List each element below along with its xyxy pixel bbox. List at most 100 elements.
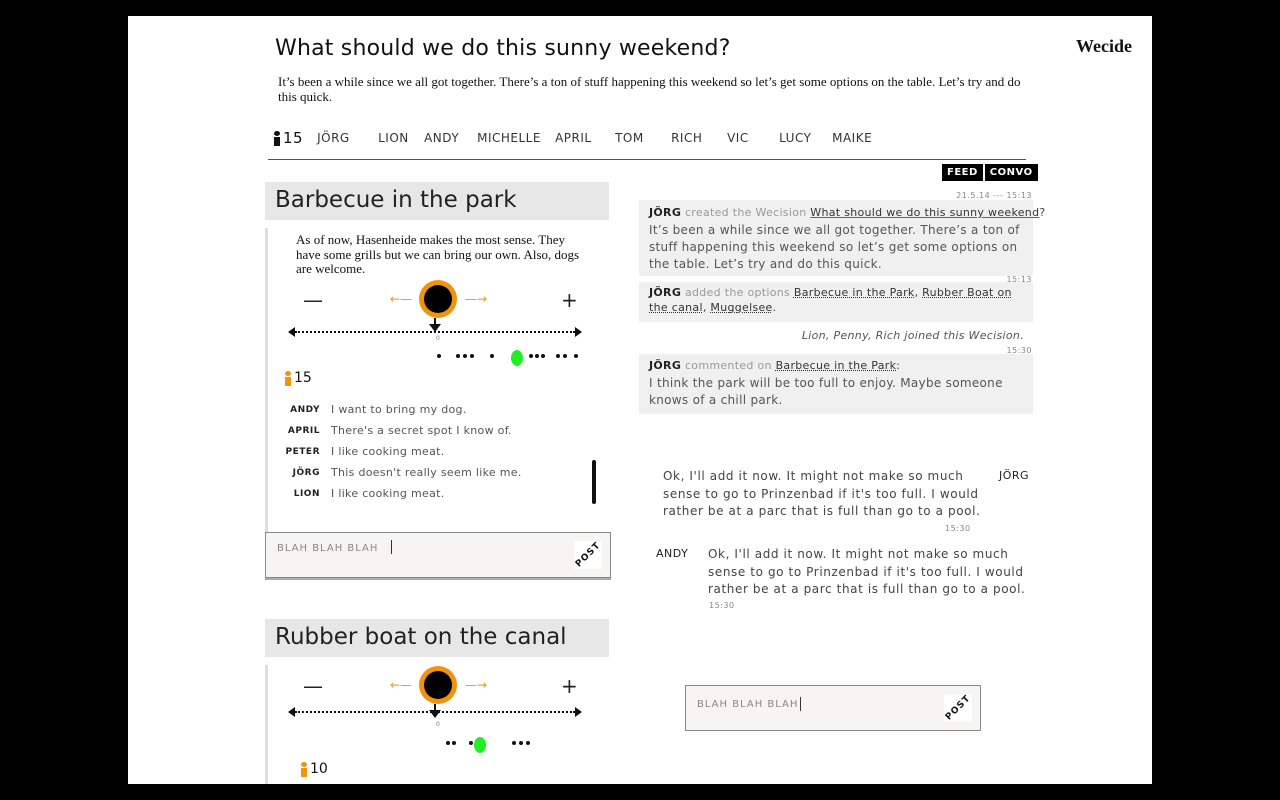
feed-entry: JÖRG commented on Barbecue in the Park: …: [639, 354, 1033, 414]
comment-text: This doesn't really seem like me.: [331, 466, 522, 479]
feed-suffix: ?: [1039, 206, 1046, 219]
comment-row: LION I like cooking meat.: [268, 483, 522, 504]
my-vote-marker: [474, 737, 486, 753]
participant-count-value: 10: [310, 761, 328, 777]
feed-entry-header: JÖRG added the options Barbecue in the P…: [649, 285, 1029, 315]
decision-intro: It’s been a while since we all got toget…: [278, 74, 1021, 104]
feed-entry: JÖRG created the Wecision What should we…: [639, 200, 1045, 276]
decrease-button[interactable]: —: [303, 674, 323, 698]
post-button[interactable]: POST: [573, 540, 603, 570]
comment-author: PETER: [285, 446, 320, 457]
comment-row: JÖRG This doesn't really seem like me.: [268, 462, 522, 483]
comment-author: LION: [293, 488, 320, 499]
participant-count: 10: [301, 761, 328, 777]
comment-row: APRIL There's a secret spot I know of.: [268, 420, 522, 441]
participant-count: 15: [285, 370, 312, 386]
feed-user[interactable]: JÖRG: [649, 359, 681, 372]
header-divider: [268, 159, 1026, 160]
feed-action: added the options: [684, 286, 791, 299]
axis-arrow-right-icon: [575, 327, 582, 337]
my-vote-marker: [511, 350, 523, 366]
feed-link[interactable]: Barbecue in the Park: [776, 359, 897, 372]
page: What should we do this sunny weekend? We…: [128, 16, 1152, 784]
comment-text: I like cooking meat.: [331, 445, 445, 458]
vote-distribution: [268, 735, 588, 755]
vote-slider-handle[interactable]: [419, 280, 457, 318]
axis-arrow-left-icon: [288, 707, 295, 717]
comment-row: ANDY I want to bring my dog.: [268, 399, 522, 420]
axis-zero-label: 0: [436, 721, 440, 728]
axis-zero-label: 0: [436, 335, 440, 342]
post-button[interactable]: POST: [943, 693, 973, 723]
option-title-barbecue[interactable]: Barbecue in the park: [265, 182, 609, 220]
post-button-label: POST: [943, 693, 973, 723]
convo-input[interactable]: BLAH BLAH BLAH POST: [685, 685, 981, 731]
axis-arrow-right-icon: [575, 707, 582, 717]
feed-suffix: :: [896, 359, 901, 372]
convo-time: 15:30: [709, 601, 735, 610]
page-title: What should we do this sunny weekend?: [275, 36, 731, 61]
feed-user[interactable]: JÖRG: [649, 286, 681, 299]
arrow-right-icon: —→: [465, 678, 488, 692]
feed-action: created the Wecision: [684, 206, 807, 219]
arrow-left-icon: ←—: [390, 678, 413, 692]
feed-action: commented on: [684, 359, 772, 372]
member-name[interactable]: MAIKE: [832, 131, 872, 145]
comment-author: APRIL: [287, 425, 320, 436]
convo-message-text: Ok, I'll add it now. It might not make s…: [708, 547, 1026, 596]
tab-feed[interactable]: FEED: [942, 164, 983, 181]
option-description: As of now, Hasenheide makes the most sen…: [296, 232, 580, 276]
member-name[interactable]: RICH: [671, 131, 727, 145]
arrow-right-icon: —→: [465, 292, 488, 306]
member-name[interactable]: ANDY: [424, 131, 477, 145]
convo-author: JÖRG: [999, 469, 1030, 482]
feed-link[interactable]: Barbecue in the Park: [794, 286, 915, 299]
vote-distribution: [268, 348, 588, 368]
feed-entry: JÖRG added the options Barbecue in the P…: [639, 282, 1033, 322]
member-name[interactable]: LUCY: [779, 131, 832, 145]
member-name[interactable]: LION: [378, 131, 424, 145]
increase-button[interactable]: +: [561, 288, 578, 312]
person-icon: [301, 762, 307, 777]
decrease-button[interactable]: —: [303, 288, 323, 312]
arrow-left-icon: ←—: [390, 292, 413, 306]
vote-axis[interactable]: [295, 331, 575, 333]
feed-body: I think the park will be too full to enj…: [649, 376, 1003, 407]
increase-button[interactable]: +: [561, 674, 578, 698]
vote-axis[interactable]: [295, 711, 575, 713]
joined-notice: Lion, Penny, Rich joined this Wecision.: [801, 329, 1024, 342]
comment-text: I want to bring my dog.: [331, 403, 467, 416]
member-name[interactable]: APRIL: [555, 131, 615, 145]
option-card-border: [265, 665, 268, 784]
option-title-rubber-boat[interactable]: Rubber boat on the canal: [265, 619, 609, 657]
person-icon: [285, 371, 291, 386]
comment-text: I like cooking meat.: [331, 487, 445, 500]
member-name[interactable]: JÖRG: [317, 131, 378, 145]
feed-body: It’s been a while since we all got toget…: [649, 223, 1020, 271]
comment-list: ANDY I want to bring my dog. APRIL There…: [268, 399, 522, 504]
feed-timestamp: 21.5.14 --- 15:13: [956, 191, 1032, 200]
feed-tabs: FEED CONVO: [942, 164, 1038, 181]
convo-time: 15:30: [945, 524, 971, 533]
feed-entry-header: JÖRG commented on Barbecue in the Park:: [649, 359, 900, 372]
comment-author: ANDY: [290, 404, 320, 415]
convo-input-placeholder: BLAH BLAH BLAH: [697, 697, 802, 711]
member-name[interactable]: VIC: [727, 131, 779, 145]
text-caret: [800, 697, 802, 711]
post-button-label: POST: [573, 540, 603, 570]
feed-link[interactable]: Muggelsee: [710, 301, 772, 314]
vote-slider-handle[interactable]: [419, 666, 457, 704]
member-name[interactable]: MICHELLE: [477, 131, 555, 145]
member-name[interactable]: TOM: [615, 131, 671, 145]
participant-count-value: 15: [294, 370, 312, 386]
convo-author: ANDY: [656, 547, 689, 560]
comment-input[interactable]: BLAH BLAH BLAH POST: [265, 532, 611, 578]
feed-user[interactable]: JÖRG: [649, 206, 681, 219]
brand-logo[interactable]: Wecide: [1076, 36, 1132, 57]
tab-convo[interactable]: CONVO: [984, 164, 1038, 181]
member-count: 15: [283, 129, 304, 147]
feed-link[interactable]: What should we do this sunny weekend: [810, 206, 1039, 219]
comment-text: There's a secret spot I know of.: [331, 424, 512, 437]
comment-scrollbar[interactable]: [592, 460, 596, 504]
text-caret: [391, 540, 392, 554]
